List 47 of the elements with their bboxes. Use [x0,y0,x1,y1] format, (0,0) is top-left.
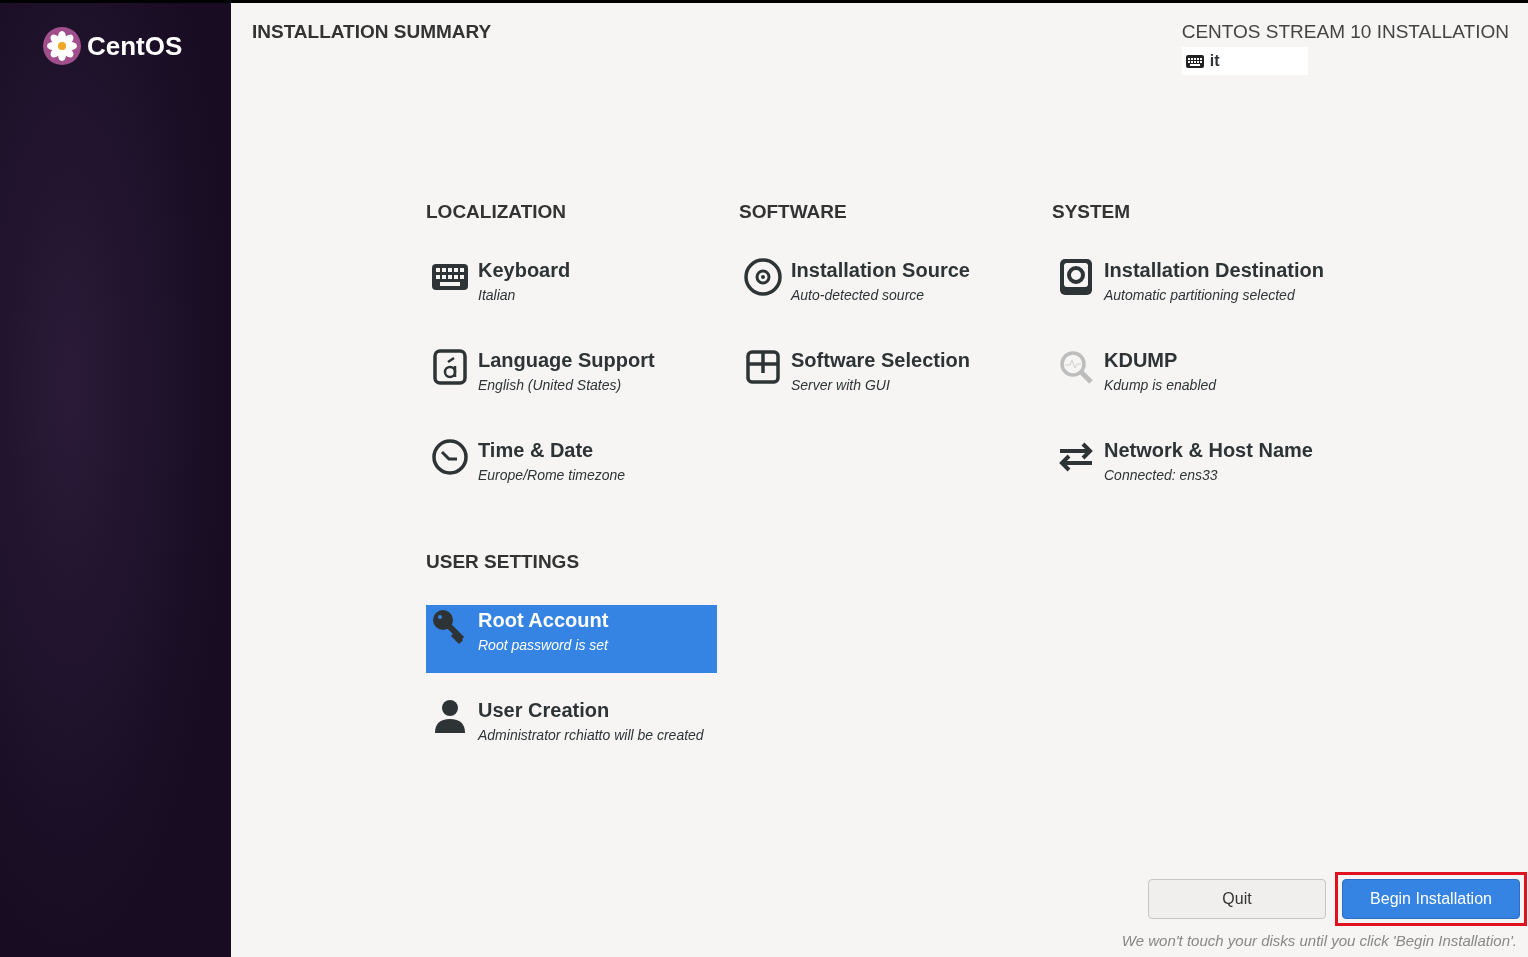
spoke-title: Network & Host Name [1104,439,1313,462]
summary-spoke[interactable]: KDUMP Kdump is enabled [1052,345,1343,413]
summary-spoke[interactable]: User Creation Administrator rchiatto will be created [426,695,717,763]
spoke-status: Europe/Rome timezone [478,466,626,485]
spoke-title: Installation Destination [1104,259,1325,282]
spoke-status: Kdump is enabled [1104,376,1217,395]
spoke-title: KDUMP [1104,349,1179,372]
section-heading: USER SETTINGS [426,551,581,573]
flower-logo-icon [43,27,81,65]
section-heading: SYSTEM [1052,201,1132,223]
spoke-status: Italian [478,286,517,305]
spoke-status: Connected: ens33 [1104,466,1219,485]
package-icon [743,347,783,387]
summary-spoke[interactable]: Installation Destination Automatic partitioning selected [1052,255,1343,323]
summary-spoke[interactable]: Network & Host Name Connected: ens33 [1052,435,1343,503]
spoke-title: Keyboard [478,259,571,282]
keyboard-icon [1185,54,1204,68]
section-heading: SOFTWARE [739,201,848,223]
spoke-status: Automatic partitioning selected [1104,286,1296,305]
summary-spoke[interactable]: Software Selection Server with GUI [739,345,1030,413]
spoke-status: Server with GUI [791,376,891,395]
spoke-title: Root Account [478,609,609,632]
logo-text: CentOS [87,30,183,62]
disc-icon [743,257,783,297]
summary-spoke[interactable]: Root Account Root password is set [426,605,717,673]
spoke-title: Language Support [478,349,655,372]
clock-icon [430,437,470,477]
spoke-status: Auto-detected source [791,286,926,305]
spoke-title: User Creation [478,699,611,722]
summary-spoke[interactable]: Language Support English (United States) [426,345,717,413]
spoke-title: Software Selection [791,349,970,372]
spoke-status: Root password is set [478,636,609,655]
quit-button[interactable]: Quit [1148,879,1326,919]
summary-spoke[interactable]: Keyboard Italian [426,255,717,323]
keyboard-layout-indicator[interactable]: it [1181,47,1308,75]
begin-installation-button[interactable]: Begin Installation [1342,879,1520,919]
spoke-title: Installation Source [791,259,970,282]
spoke-status: English (United States) [478,376,623,395]
spoke-title: Time & Date [478,439,595,462]
disk-warning-note: We won't touch your disks until you click 'Begin Installation'. [1121,932,1517,949]
product-title: CENTOS STREAM 10 INSTALLATION [1181,21,1509,43]
summary-spoke[interactable]: Installation Source Auto-detected source [739,255,1030,323]
language-icon [430,347,470,387]
summary-spoke[interactable]: Time & Date Europe/Rome timezone [426,435,717,503]
page-title: INSTALLATION SUMMARY [252,21,492,44]
spoke-status: Administrator rchiatto will be created [478,726,704,745]
section-heading: LOCALIZATION [426,201,567,223]
